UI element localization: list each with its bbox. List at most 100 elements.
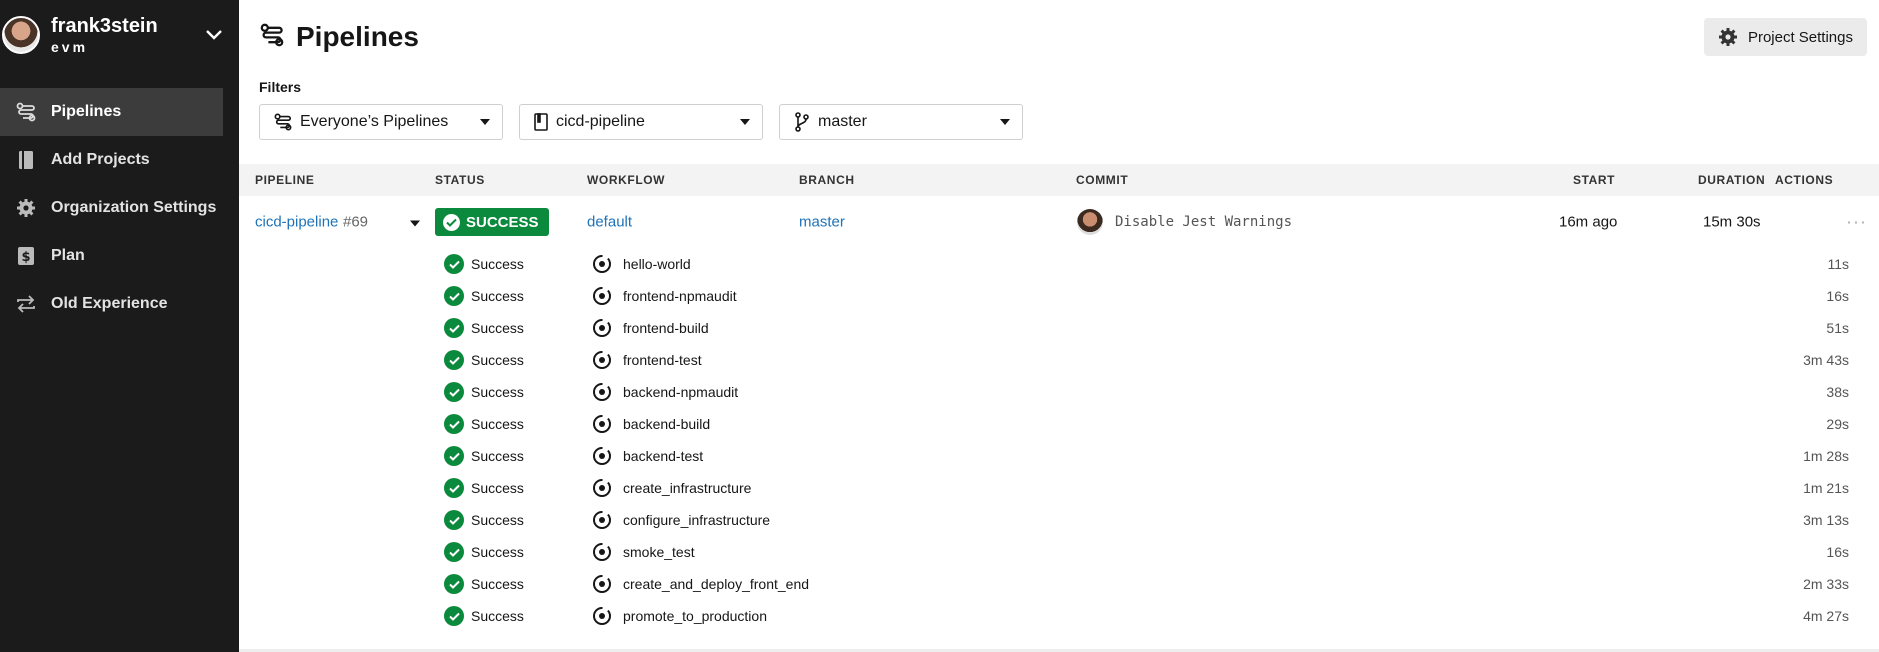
chevron-down-icon[interactable]	[203, 24, 225, 46]
success-check-icon	[444, 318, 464, 338]
column-header-branch: BRANCH	[799, 173, 855, 187]
job-duration: 1m 28s	[1803, 448, 1849, 464]
job-name-link[interactable]: frontend-build	[623, 320, 709, 336]
job-name-link[interactable]: frontend-test	[623, 352, 702, 368]
gear-icon	[16, 198, 36, 218]
branch-filter-dropdown[interactable]: master	[779, 104, 1023, 140]
column-header-status: STATUS	[435, 173, 485, 187]
pipeline-name-link[interactable]: cicd-pipeline	[255, 214, 338, 231]
job-row[interactable]: Success frontend-test 3m 43s	[239, 344, 1879, 376]
commit-author-avatar	[1077, 209, 1103, 235]
sidebar-item-organization-settings[interactable]: Organization Settings	[0, 184, 239, 232]
job-row[interactable]: Success create_and_deploy_front_end 2m 3…	[239, 568, 1879, 600]
job-name-link[interactable]: create_and_deploy_front_end	[623, 576, 809, 592]
column-header-actions: ACTIONS	[1775, 173, 1834, 187]
job-icon	[592, 606, 612, 626]
branch-icon	[794, 112, 810, 132]
page-title: Pipelines	[296, 21, 419, 52]
job-row[interactable]: Success backend-test 1m 28s	[239, 440, 1879, 472]
avatar	[2, 16, 40, 54]
sidebar-nav: Pipelines Add Projects Organization Sett…	[0, 88, 239, 328]
job-name-link[interactable]: hello-world	[623, 256, 691, 272]
job-row[interactable]: Success promote_to_production 4m 27s	[239, 600, 1879, 632]
sidebar: frank3stein evm Pipelines Add Projects O…	[0, 0, 239, 652]
pipeline-duration: 15m 30s	[1703, 213, 1761, 231]
project-settings-button[interactable]: Project Settings	[1703, 18, 1867, 56]
success-check-icon	[444, 542, 464, 562]
sidebar-item-pipelines[interactable]: Pipelines	[0, 88, 223, 136]
sidebar-item-add-projects[interactable]: Add Projects	[0, 136, 239, 184]
success-check-icon	[444, 254, 464, 274]
status-badge-label: SUCCESS	[466, 213, 539, 231]
svg-text:$: $	[21, 250, 30, 265]
filters: Everyone’s Pipelines cicd-pipeline maste…	[259, 104, 1879, 140]
caret-down-icon	[1000, 119, 1010, 125]
job-icon	[592, 542, 612, 562]
page-header: Pipelines	[239, 0, 1879, 74]
status-badge: SUCCESS	[435, 208, 549, 236]
job-row[interactable]: Success configure_infrastructure 3m 13s	[239, 504, 1879, 536]
job-row[interactable]: Success backend-npmaudit 38s	[239, 376, 1879, 408]
job-icon	[592, 510, 612, 530]
jobs-list: Success hello-world 11s Success frontend…	[239, 248, 1879, 632]
job-icon	[592, 350, 612, 370]
book-icon	[16, 150, 36, 170]
job-row[interactable]: Success frontend-npmaudit 16s	[239, 280, 1879, 312]
job-name-link[interactable]: backend-test	[623, 448, 703, 464]
pipelines-icon	[16, 102, 36, 122]
sidebar-item-plan[interactable]: $ Plan	[0, 232, 239, 280]
job-duration: 51s	[1826, 320, 1849, 336]
sidebar-item-old-experience[interactable]: Old Experience	[0, 280, 239, 328]
success-check-icon	[444, 606, 464, 626]
sidebar-item-label: Organization Settings	[51, 199, 217, 216]
column-header-workflow: WORKFLOW	[587, 173, 666, 187]
column-header-pipeline: PIPELINE	[255, 173, 315, 187]
account-org: evm	[51, 39, 89, 55]
job-row[interactable]: Success create_infrastructure 1m 21s	[239, 472, 1879, 504]
dropdown-value: cicd-pipeline	[556, 113, 645, 130]
job-row[interactable]: Success backend-build 29s	[239, 408, 1879, 440]
workflow-link[interactable]: default	[587, 214, 632, 231]
job-name-link[interactable]: promote_to_production	[623, 608, 767, 624]
success-check-icon	[444, 286, 464, 306]
job-icon	[592, 286, 612, 306]
success-check-icon	[444, 446, 464, 466]
more-actions-button[interactable]: ···	[1846, 212, 1867, 233]
account-switcher[interactable]: frank3stein evm	[0, 0, 239, 70]
job-duration: 29s	[1826, 416, 1849, 432]
job-status: Success	[471, 448, 524, 464]
column-header-start: START	[1573, 173, 1616, 187]
job-row[interactable]: Success smoke_test 16s	[239, 536, 1879, 568]
caret-down-icon	[480, 119, 490, 125]
job-name-link[interactable]: backend-npmaudit	[623, 384, 738, 400]
caret-down-icon	[740, 119, 750, 125]
project-filter-dropdown[interactable]: cicd-pipeline	[519, 104, 763, 140]
job-name-link[interactable]: backend-build	[623, 416, 710, 432]
job-name-link[interactable]: smoke_test	[623, 544, 695, 560]
job-icon	[592, 382, 612, 402]
check-icon	[443, 213, 460, 231]
dropdown-value: master	[818, 113, 867, 130]
job-status: Success	[471, 608, 524, 624]
sidebar-item-label: Plan	[51, 247, 85, 264]
job-icon	[592, 574, 612, 594]
book-icon	[534, 113, 548, 131]
job-name-link[interactable]: configure_infrastructure	[623, 512, 770, 528]
success-check-icon	[444, 478, 464, 498]
branch-link[interactable]: master	[799, 214, 845, 231]
expand-caret-icon[interactable]	[410, 214, 420, 231]
pipelines-filter-dropdown[interactable]: Everyone’s Pipelines	[259, 104, 503, 140]
job-status: Success	[471, 352, 524, 368]
pipelines-icon	[260, 23, 284, 52]
account-name: frank3stein	[51, 15, 158, 37]
job-status: Success	[471, 384, 524, 400]
job-duration: 16s	[1826, 288, 1849, 304]
job-duration: 2m 33s	[1803, 576, 1849, 592]
commit-message[interactable]: Disable Jest Warnings	[1115, 214, 1292, 230]
success-check-icon	[444, 350, 464, 370]
job-row[interactable]: Success hello-world 11s	[239, 248, 1879, 280]
job-row[interactable]: Success frontend-build 51s	[239, 312, 1879, 344]
job-name-link[interactable]: frontend-npmaudit	[623, 288, 737, 304]
dollar-icon: $	[16, 246, 36, 266]
job-name-link[interactable]: create_infrastructure	[623, 480, 751, 496]
